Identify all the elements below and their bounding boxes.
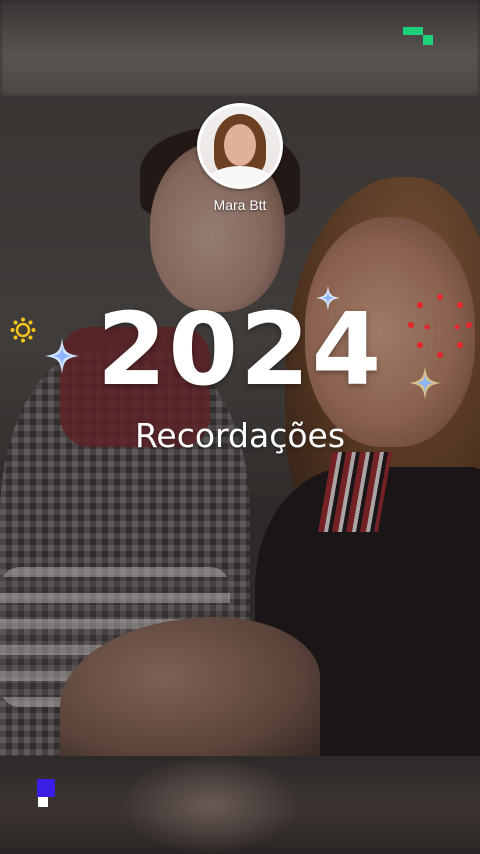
author-name[interactable]: Mara Btt: [180, 197, 300, 213]
story-subtitle: Recordações: [134, 416, 346, 455]
sun-icon: [10, 317, 36, 343]
brand-pixel-icon: [403, 27, 433, 45]
bottom-band-smear: [120, 756, 300, 854]
avatar-photo: [200, 106, 280, 186]
blurred-top-band: [0, 0, 480, 97]
blurred-bottom-band: [0, 756, 480, 854]
author-avatar[interactable]: [197, 103, 283, 189]
brand-pixel-icon: [37, 779, 55, 807]
story-viewer[interactable]: Mara Btt 2024 Recordações: [0, 0, 480, 854]
avatar-face: [224, 124, 256, 166]
year-headline: 2024: [96, 291, 384, 408]
